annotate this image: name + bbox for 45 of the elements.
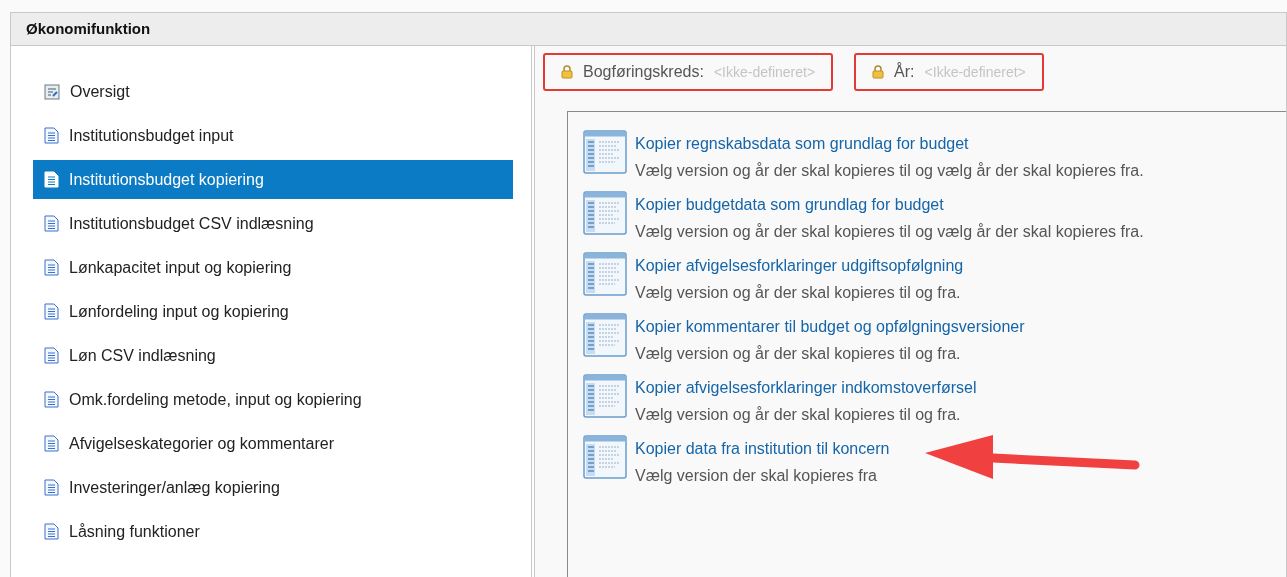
document-icon bbox=[44, 435, 59, 452]
nav-item[interactable]: Låsning funktioner bbox=[33, 512, 513, 551]
table-document-icon bbox=[583, 252, 627, 296]
document-icon bbox=[44, 391, 59, 408]
action-link[interactable]: Kopier data fra institution til koncern bbox=[635, 437, 890, 461]
padlock-icon bbox=[561, 65, 573, 79]
action-link[interactable]: Kopier afvigelsesforklaringer udgiftsopfølgning bbox=[635, 254, 964, 278]
filter-label: År: bbox=[894, 61, 915, 82]
nav-item[interactable]: Lønfordeling input og kopiering bbox=[33, 292, 513, 331]
panel-title: Økonomifunktion bbox=[26, 18, 151, 39]
nav-item[interactable]: Omk.fordeling metode, input og kopiering bbox=[33, 380, 513, 419]
padlock-icon bbox=[872, 65, 885, 79]
action-link[interactable]: Kopier kommentarer til budget og opfølgningsversioner bbox=[635, 315, 1025, 339]
action-description: Vælg version og år der skal kopieres til og vælg år der skal kopieres fra. bbox=[635, 222, 1144, 242]
document-icon bbox=[44, 171, 59, 188]
action-link[interactable]: Kopier regnskabsdata som grundlag for budget bbox=[635, 132, 1144, 156]
table-document-icon bbox=[583, 130, 627, 174]
document-icon bbox=[44, 523, 59, 540]
action-link[interactable]: Kopier budgetdata som grundlag for budget bbox=[635, 193, 1144, 217]
nav-item[interactable]: Institutionsbudget CSV indlæsning bbox=[33, 204, 513, 243]
document-icon bbox=[44, 127, 59, 144]
nav-item[interactable]: Løn CSV indlæsning bbox=[33, 336, 513, 375]
nav-item[interactable]: Institutionsbudget kopiering bbox=[33, 160, 513, 199]
document-icon bbox=[44, 347, 59, 364]
action-link[interactable]: Kopier afvigelsesforklaringer indkomstoverførsel bbox=[635, 376, 977, 400]
document-icon bbox=[44, 259, 59, 276]
table-document-icon bbox=[583, 374, 627, 418]
nav-item[interactable]: Oversigt bbox=[33, 72, 513, 111]
action-description: Vælg version og år der skal kopieres til og fra. bbox=[635, 405, 962, 425]
table-document-icon bbox=[583, 191, 627, 235]
document-icon bbox=[44, 303, 59, 320]
action-description: Vælg version og år der skal kopieres til og vælg år der skal kopieres fra. bbox=[635, 161, 1144, 181]
nav-item[interactable]: Afvigelseskategorier og kommentarer bbox=[33, 424, 513, 463]
nav-item[interactable]: Lønkapacitet input og kopiering bbox=[33, 248, 513, 287]
table-document-icon bbox=[583, 435, 627, 479]
document-icon bbox=[44, 215, 59, 232]
nav-item[interactable]: Institutionsbudget input bbox=[33, 116, 513, 155]
table-document-icon bbox=[583, 313, 627, 357]
action-description: Vælg version og år der skal kopieres til og fra. bbox=[635, 283, 962, 303]
filter-label: Bogføringskreds: bbox=[583, 62, 704, 82]
nav-item[interactable]: Investeringer/anlæg kopiering bbox=[33, 468, 513, 507]
action-description: Vælg version der skal kopieres fra bbox=[635, 466, 878, 486]
document-icon bbox=[44, 479, 59, 496]
action-description: Vælg version og år der skal kopieres til og fra. bbox=[635, 344, 962, 364]
form-icon bbox=[44, 83, 60, 100]
